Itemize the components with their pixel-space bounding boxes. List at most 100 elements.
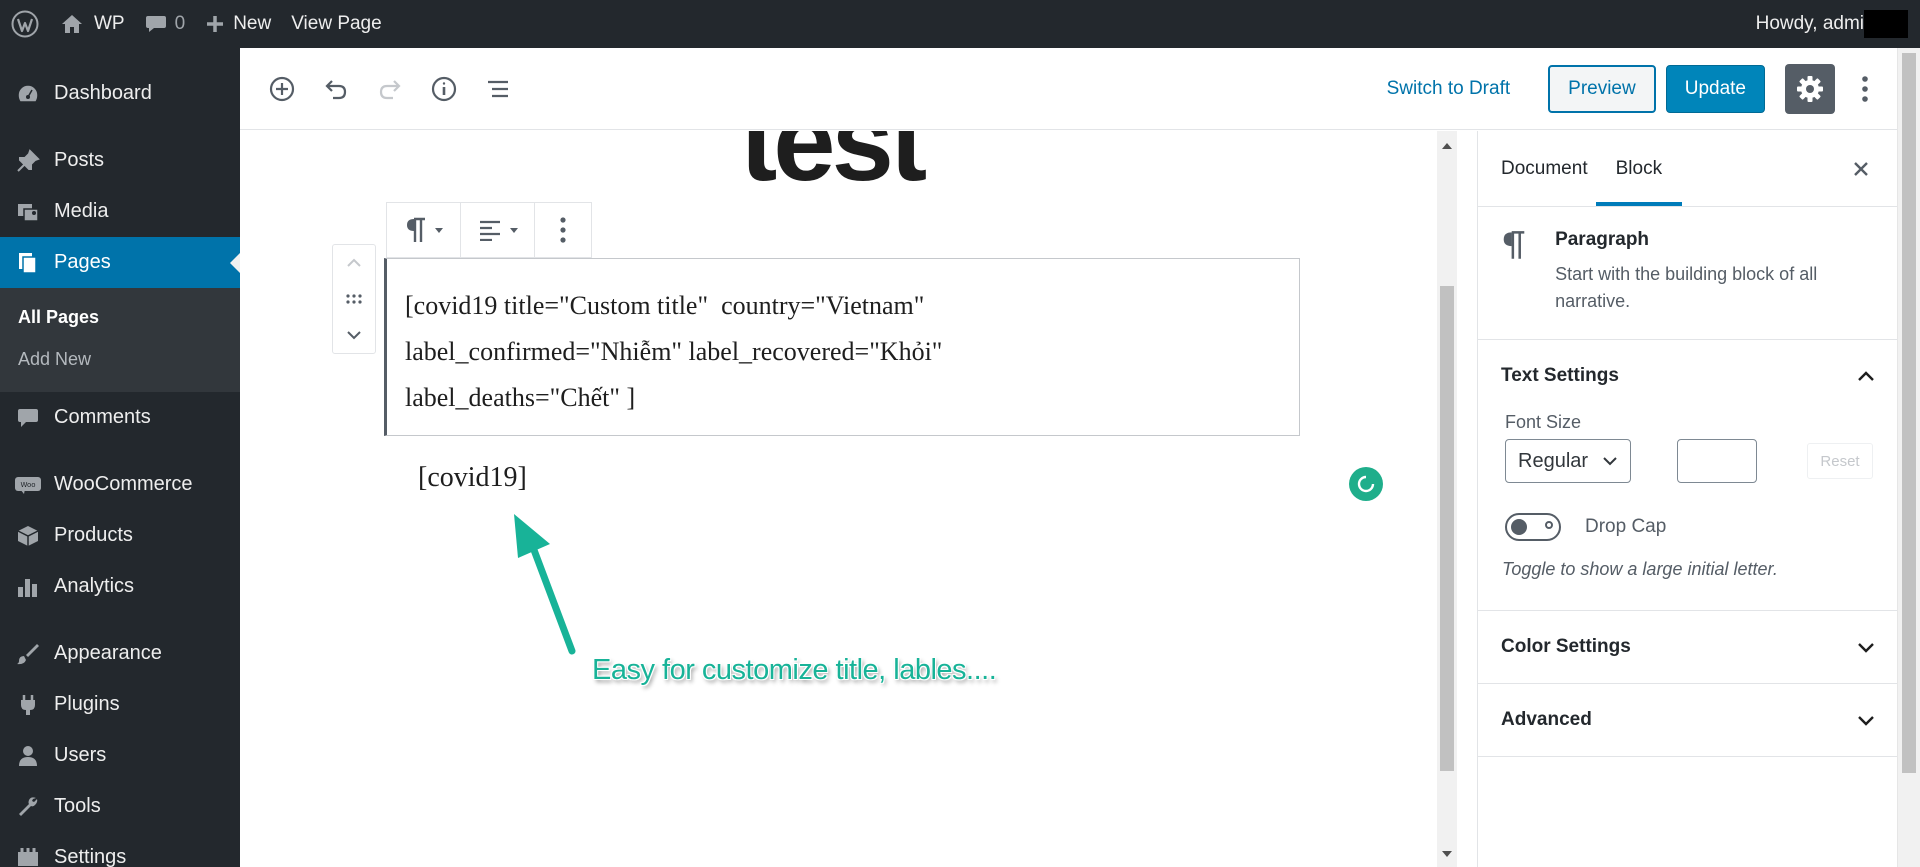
block-navigation-button[interactable] xyxy=(478,69,518,109)
sidebar-item-comments[interactable]: Comments xyxy=(0,392,240,443)
sidebar-item-media[interactable]: Media xyxy=(0,186,240,237)
sidebar-item-posts[interactable]: Posts xyxy=(0,135,240,186)
sidebar-item-woocommerce[interactable]: Woo WooCommerce xyxy=(0,459,240,510)
advanced-toggle[interactable]: Advanced xyxy=(1478,684,1897,756)
sidebar-item-products[interactable]: Products xyxy=(0,510,240,561)
block-switcher-button[interactable] xyxy=(387,203,461,257)
svg-text:Woo: Woo xyxy=(20,481,35,489)
font-size-label: Font Size xyxy=(1505,412,1582,432)
caret-down-icon xyxy=(434,227,443,233)
window-scroll-thumb[interactable] xyxy=(1902,53,1916,773)
comment-bubble-icon xyxy=(145,14,167,34)
block-card-title: Paragraph xyxy=(1555,229,1650,250)
advanced-panel: Advanced xyxy=(1478,684,1897,757)
new-content-link[interactable]: New xyxy=(195,0,281,48)
reset-font-size-button[interactable]: Reset xyxy=(1807,443,1873,479)
post-title[interactable]: test xyxy=(740,131,927,198)
close-sidebar-button[interactable] xyxy=(1847,155,1875,183)
chevron-down-icon xyxy=(1857,714,1875,726)
preview-button[interactable]: Preview xyxy=(1548,64,1656,113)
sidebar-item-label: Tools xyxy=(54,795,101,817)
my-account-link[interactable]: Howdy, admi xyxy=(1746,0,1920,48)
box-icon xyxy=(0,524,54,548)
view-page-label: View Page xyxy=(291,13,382,34)
paragraph-icon xyxy=(1501,229,1555,315)
sidebar-item-analytics[interactable]: Analytics xyxy=(0,561,240,612)
new-label: New xyxy=(233,13,272,34)
canvas-scrollbar[interactable] xyxy=(1437,131,1457,867)
woocommerce-icon: Woo xyxy=(0,475,54,495)
move-down-icon[interactable] xyxy=(345,329,363,341)
shortcode-line: label_deaths="Chết" ] xyxy=(405,383,636,412)
comment-icon xyxy=(0,406,54,430)
font-size-select[interactable]: Regular xyxy=(1505,439,1631,483)
plug-icon xyxy=(0,693,54,717)
settings-toggle-button[interactable] xyxy=(1785,63,1835,114)
selected-paragraph-block[interactable]: [covid19 title="Custom title" country="V… xyxy=(384,258,1300,436)
site-name: WP xyxy=(94,13,125,34)
plus-icon xyxy=(205,14,225,34)
howdy-text: Howdy, admi xyxy=(1755,13,1864,34)
sidebar-item-appearance[interactable]: Appearance xyxy=(0,628,240,679)
paragraph-block[interactable]: [covid19] xyxy=(418,462,527,494)
drop-cap-toggle[interactable] xyxy=(1505,513,1561,541)
scroll-down-icon[interactable] xyxy=(1442,851,1452,857)
dashboard-icon xyxy=(0,82,54,106)
color-settings-toggle[interactable]: Color Settings xyxy=(1478,611,1897,683)
sidebar-item-label: Products xyxy=(54,524,133,546)
info-icon xyxy=(430,75,458,103)
loading-spinner-icon xyxy=(1349,467,1383,501)
window-scrollbar[interactable] xyxy=(1897,48,1920,867)
wordpress-logo-icon[interactable] xyxy=(0,0,50,48)
drag-handle-icon[interactable] xyxy=(346,293,362,305)
sidebar-item-dashboard[interactable]: Dashboard xyxy=(0,68,240,119)
sidebar-item-label: WooCommerce xyxy=(54,473,193,495)
sidebar-item-label: Plugins xyxy=(54,693,120,715)
sidebar-tabs: Document Block xyxy=(1478,131,1897,207)
sidebar-item-users[interactable]: Users xyxy=(0,730,240,781)
comments-link[interactable]: 0 xyxy=(135,0,196,48)
pages-icon xyxy=(0,251,54,275)
caret-down-icon xyxy=(509,227,518,233)
block-toolbar xyxy=(386,202,592,258)
more-tools-button[interactable] xyxy=(1847,64,1883,114)
sidebar-item-tools[interactable]: Tools xyxy=(0,781,240,832)
text-settings-toggle[interactable]: Text Settings xyxy=(1478,340,1897,412)
vertical-ellipsis-icon xyxy=(559,216,567,244)
submenu-add-new[interactable]: Add New xyxy=(0,338,240,380)
move-up-icon[interactable] xyxy=(345,257,363,269)
comments-count: 0 xyxy=(174,13,186,34)
site-name-link[interactable]: WP xyxy=(50,0,135,48)
pin-icon xyxy=(0,148,54,173)
switch-to-draft-button[interactable]: Switch to Draft xyxy=(1387,78,1511,100)
editor-canvas[interactable]: test [covid19 title="Custom title" count… xyxy=(240,131,1457,867)
custom-font-size-input[interactable] xyxy=(1677,439,1757,483)
chevron-up-icon xyxy=(1857,370,1875,382)
scroll-up-icon[interactable] xyxy=(1442,143,1452,149)
block-more-options-button[interactable] xyxy=(535,203,591,257)
redo-button[interactable] xyxy=(370,69,410,109)
tab-document[interactable]: Document xyxy=(1501,131,1588,206)
sidebar-item-pages[interactable]: Pages xyxy=(0,237,240,288)
sidebar-item-plugins[interactable]: Plugins xyxy=(0,679,240,730)
sidebar-item-label: Pages xyxy=(54,251,111,273)
undo-button[interactable] xyxy=(316,69,356,109)
redo-icon xyxy=(376,75,404,103)
drop-cap-help: Toggle to show a large initial letter. xyxy=(1502,559,1778,579)
sidebar-item-settings[interactable]: Settings xyxy=(0,832,240,867)
view-page-link[interactable]: View Page xyxy=(281,0,392,48)
submenu-all-pages[interactable]: All Pages xyxy=(0,296,240,338)
vertical-ellipsis-icon xyxy=(1861,74,1869,104)
update-button[interactable]: Update xyxy=(1665,64,1765,113)
add-block-button[interactable] xyxy=(262,69,302,109)
plus-circle-icon xyxy=(268,75,296,103)
tab-block[interactable]: Block xyxy=(1595,131,1683,206)
annotation-text: Easy for customize title, lables.... xyxy=(592,654,997,686)
panel-title: Color Settings xyxy=(1501,636,1631,657)
align-button[interactable] xyxy=(461,203,535,257)
tab-label: Block xyxy=(1615,157,1663,179)
block-mover xyxy=(332,244,376,354)
scroll-thumb[interactable] xyxy=(1440,286,1454,771)
sidebar-item-label: Users xyxy=(54,744,107,766)
content-info-button[interactable] xyxy=(424,69,464,109)
